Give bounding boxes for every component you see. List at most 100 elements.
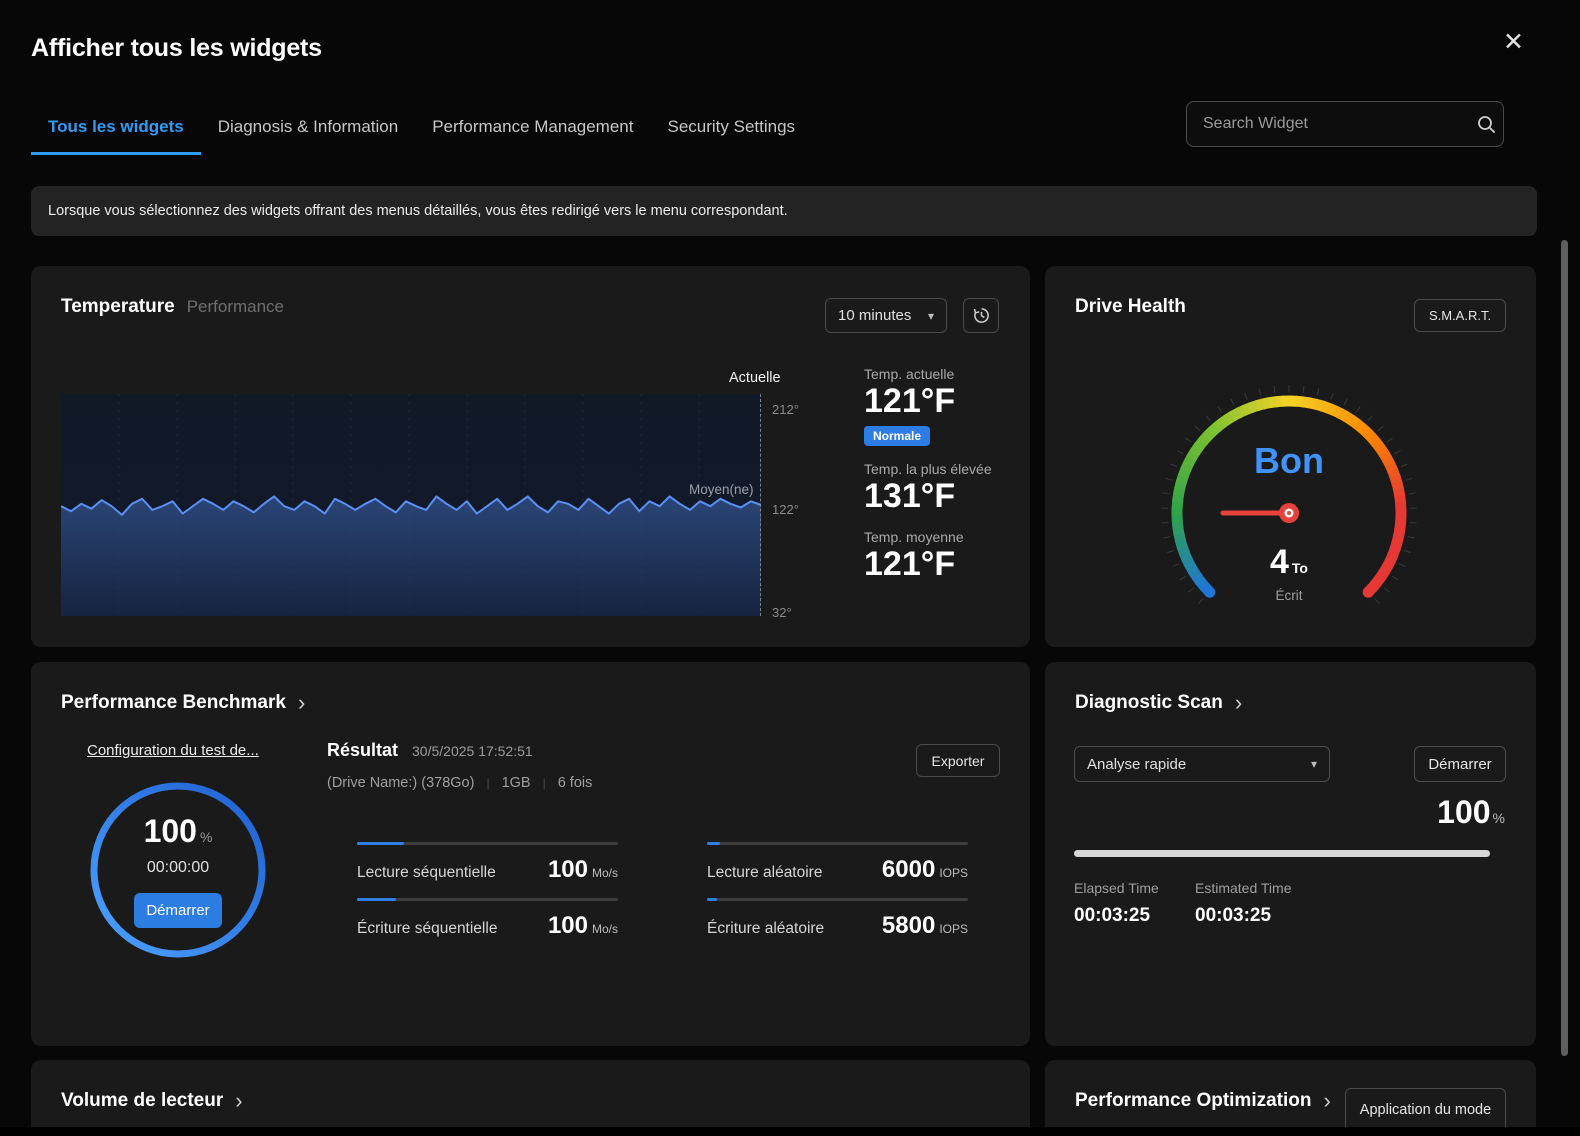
smart-button[interactable]: S.M.A.R.T. bbox=[1414, 299, 1506, 332]
diagnostic-title: Diagnostic Scan bbox=[1075, 692, 1223, 714]
health-status-value: Bon bbox=[1139, 440, 1439, 482]
tab-security-settings[interactable]: Security Settings bbox=[650, 113, 812, 155]
written-value: 4 bbox=[1270, 543, 1289, 581]
diagnostic-percent-value: 100 bbox=[1437, 794, 1490, 830]
search-icon[interactable] bbox=[1469, 114, 1503, 134]
benchmark-title-row[interactable]: Performance Benchmark › bbox=[61, 692, 305, 714]
benchmark-progress-ring: 100% 00:00:00 Démarrer bbox=[89, 781, 267, 959]
temperature-stats: Temp. actuelle 121°F Normale Temp. la pl… bbox=[864, 366, 1034, 584]
tab-performance-management[interactable]: Performance Management bbox=[415, 113, 650, 155]
interval-select-value: 10 minutes bbox=[838, 307, 911, 324]
drive-volume-widget[interactable]: Volume de lecteur › bbox=[31, 1060, 1030, 1127]
elapsed-time-value: 00:03:25 bbox=[1074, 905, 1195, 927]
chevron-down-icon: ▾ bbox=[928, 309, 934, 323]
result-size: 1GB bbox=[502, 775, 531, 791]
estimated-time: Estimated Time 00:03:25 bbox=[1195, 880, 1316, 927]
chart-current-label: Actuelle bbox=[729, 370, 781, 386]
metric-label: Écriture séquentielle bbox=[357, 920, 497, 938]
metric-label: Lecture séquentielle bbox=[357, 864, 496, 882]
status-badge: Normale bbox=[864, 426, 930, 446]
performance-optimization-title-row[interactable]: Performance Optimization › bbox=[1075, 1090, 1331, 1112]
temperature-title-row: Temperature Performance bbox=[61, 296, 284, 318]
info-banner: Lorsque vous sélectionnez des widgets of… bbox=[31, 186, 1537, 236]
metric-bar bbox=[707, 898, 968, 901]
highest-temp-value: 131°F bbox=[864, 477, 1034, 516]
chevron-down-icon: ▾ bbox=[1311, 757, 1317, 771]
result-count: 6 fois bbox=[558, 775, 593, 791]
current-temp-label: Temp. actuelle bbox=[864, 366, 1034, 382]
performance-optimization-title: Performance Optimization bbox=[1075, 1090, 1312, 1112]
written-amount: 4To bbox=[1139, 543, 1439, 582]
widget-search bbox=[1186, 101, 1504, 147]
diagnostic-percent-unit: % bbox=[1493, 810, 1505, 826]
metric-value: 100Mo/s bbox=[548, 912, 618, 940]
metric-bar bbox=[357, 842, 618, 845]
export-button[interactable]: Exporter bbox=[916, 744, 1000, 777]
history-icon-button[interactable] bbox=[963, 298, 999, 333]
metric-label: Écriture aléatoire bbox=[707, 920, 824, 938]
benchmark-metrics: Lecture séquentielle 100Mo/s Lecture alé… bbox=[357, 842, 968, 940]
result-timestamp: 30/5/2025 17:52:51 bbox=[412, 743, 533, 759]
temperature-title: Temperature bbox=[61, 296, 175, 318]
interval-select[interactable]: 10 minutes ▾ bbox=[825, 298, 947, 333]
diagnostic-percent: 100% bbox=[1437, 794, 1505, 831]
diagnostic-title-row[interactable]: Diagnostic Scan › bbox=[1075, 692, 1242, 714]
benchmark-start-button[interactable]: Démarrer bbox=[134, 893, 222, 928]
highest-temp-label: Temp. la plus élevée bbox=[864, 461, 1034, 477]
benchmark-timer: 00:00:00 bbox=[89, 859, 267, 877]
diagnostic-progress-bar bbox=[1074, 850, 1490, 857]
result-label: Résultat bbox=[327, 740, 398, 761]
chevron-right-icon: › bbox=[298, 692, 305, 714]
y-axis-tick-min: 32° bbox=[772, 605, 792, 620]
temperature-chart: Moyen(ne) Actuelle 212° 122° 32° bbox=[61, 394, 761, 616]
chevron-right-icon: › bbox=[1324, 1090, 1331, 1112]
info-banner-text: Lorsque vous sélectionnez des widgets of… bbox=[48, 203, 788, 219]
history-icon bbox=[972, 306, 991, 325]
benchmark-percent-value: 100 bbox=[144, 813, 197, 849]
performance-optimization-widget[interactable]: Performance Optimization › Application d… bbox=[1045, 1060, 1536, 1127]
chart-current-marker bbox=[760, 394, 761, 616]
vertical-scrollbar[interactable] bbox=[1561, 240, 1568, 1056]
chevron-right-icon: › bbox=[235, 1090, 242, 1112]
health-gauge bbox=[1139, 363, 1439, 663]
result-drive-name: (Drive Name:) (378Go) bbox=[327, 775, 474, 791]
chevron-right-icon: › bbox=[1235, 692, 1242, 714]
search-input[interactable] bbox=[1187, 115, 1469, 133]
drive-health-widget[interactable]: Drive Health S.M.A.R.T. Bon 4To Écrit bbox=[1045, 266, 1536, 647]
diagnostic-times: Elapsed Time 00:03:25 Estimated Time 00:… bbox=[1074, 880, 1316, 927]
tab-diagnosis-information[interactable]: Diagnosis & Information bbox=[201, 113, 415, 155]
metric-sequential-write: Écriture séquentielle 100Mo/s bbox=[357, 898, 618, 940]
y-axis-tick-max: 212° bbox=[772, 402, 799, 417]
metric-value: 5800IOPS bbox=[882, 912, 968, 940]
drive-health-title-row: Drive Health bbox=[1075, 296, 1186, 318]
average-temp-value: 121°F bbox=[864, 545, 1034, 584]
performance-benchmark-widget[interactable]: Performance Benchmark › Configuration du… bbox=[31, 662, 1030, 1046]
scan-mode-select[interactable]: Analyse rapide ▾ bbox=[1074, 746, 1330, 782]
test-configuration-link[interactable]: Configuration du test de... bbox=[87, 742, 259, 759]
y-axis-tick-mid: 122° bbox=[772, 502, 799, 517]
volume-title: Volume de lecteur bbox=[61, 1090, 223, 1112]
written-label: Écrit bbox=[1139, 588, 1439, 603]
temperature-subtitle: Performance bbox=[187, 297, 284, 317]
metric-random-write: Écriture aléatoire 5800IOPS bbox=[707, 898, 968, 940]
chart-average-label: Moyen(ne) bbox=[689, 482, 754, 497]
diagnostic-scan-widget[interactable]: Diagnostic Scan › Analyse rapide ▾ Démar… bbox=[1045, 662, 1536, 1046]
tab-all-widgets[interactable]: Tous les widgets bbox=[31, 113, 201, 155]
result-drive-info: (Drive Name:) (378Go) | 1GB | 6 fois bbox=[327, 775, 592, 791]
current-temp-value: 121°F bbox=[864, 382, 1034, 421]
separator: | bbox=[543, 776, 546, 790]
diagnostic-start-button[interactable]: Démarrer bbox=[1414, 746, 1506, 782]
metric-bar bbox=[357, 898, 618, 901]
separator: | bbox=[486, 776, 489, 790]
benchmark-title: Performance Benchmark bbox=[61, 692, 286, 714]
close-icon[interactable]: ✕ bbox=[1503, 30, 1524, 55]
metric-bar bbox=[707, 842, 968, 845]
estimated-time-value: 00:03:25 bbox=[1195, 905, 1316, 927]
mode-application-button[interactable]: Application du mode bbox=[1345, 1088, 1506, 1127]
metric-value: 100Mo/s bbox=[548, 856, 618, 884]
written-unit: To bbox=[1292, 560, 1308, 576]
volume-title-row[interactable]: Volume de lecteur › bbox=[61, 1090, 243, 1112]
average-temp-label: Temp. moyenne bbox=[864, 529, 1034, 545]
temperature-widget[interactable]: Temperature Performance 10 minutes ▾ Moy… bbox=[31, 266, 1030, 647]
result-header: Résultat 30/5/2025 17:52:51 bbox=[327, 740, 533, 761]
